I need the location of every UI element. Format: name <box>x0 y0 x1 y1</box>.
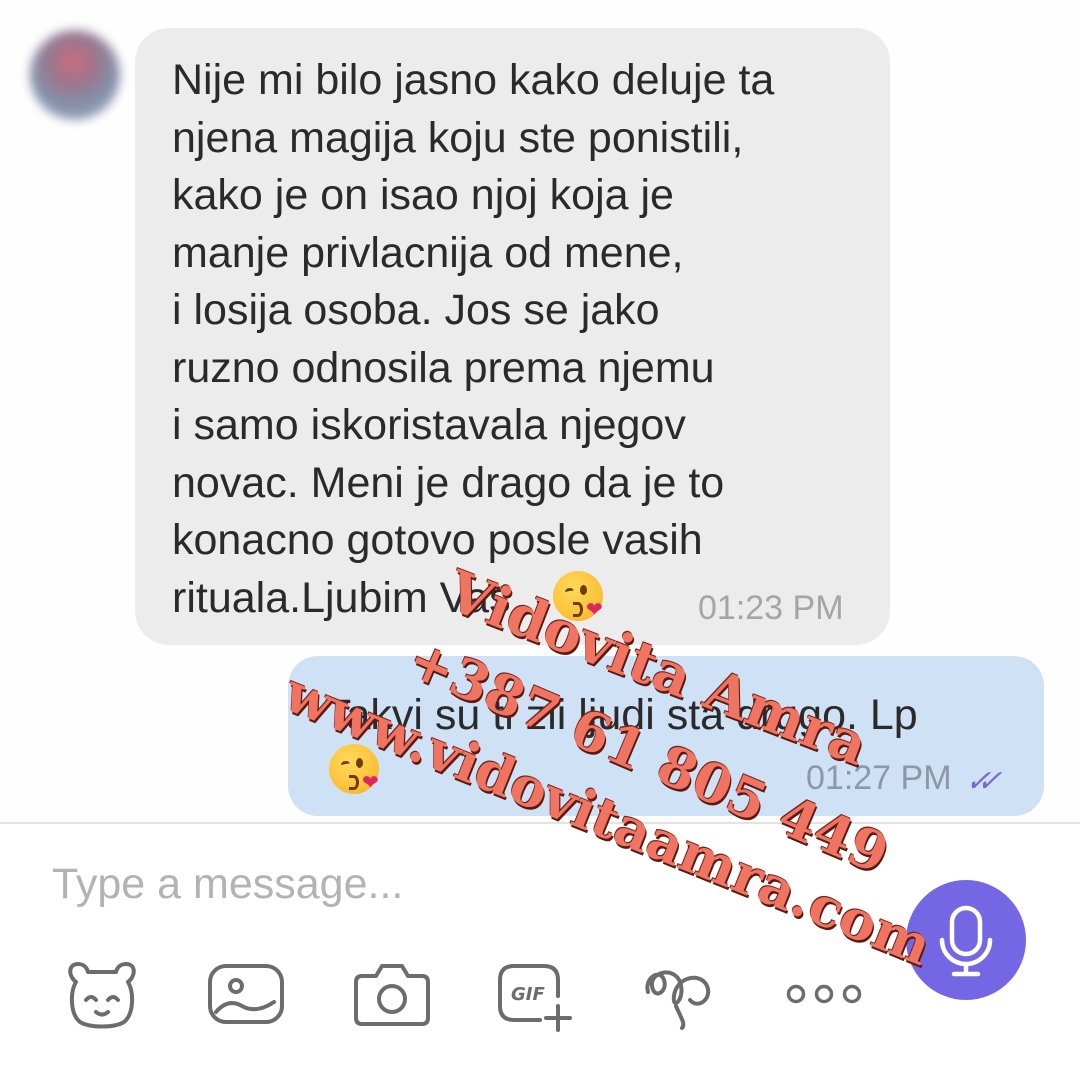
kissing-heart-emoji-icon: ❤ <box>553 571 603 621</box>
composer-divider <box>0 822 1080 824</box>
more-icon <box>786 984 862 1004</box>
gallery-button[interactable] <box>206 956 286 1032</box>
outgoing-message-time: 01:27 PM <box>806 759 952 797</box>
gif-button[interactable]: GIF <box>496 956 576 1032</box>
camera-icon <box>354 964 430 1026</box>
gallery-icon <box>208 964 284 1024</box>
outgoing-message-text: Takvi su ti zli ljudi sta drugo. Lp <box>325 691 918 739</box>
incoming-message-time: 01:23 PM <box>698 589 844 627</box>
contact-avatar[interactable] <box>30 30 120 120</box>
camera-button[interactable] <box>352 956 432 1032</box>
svg-text:GIF: GIF <box>511 984 545 1005</box>
more-options-button[interactable] <box>784 956 864 1032</box>
chat-area: Nije mi bilo jasno kako deluje ta njena … <box>0 0 1080 822</box>
microphone-icon <box>939 905 993 977</box>
doodle-icon <box>645 970 710 1030</box>
sticker-icon <box>68 962 136 1029</box>
doodle-button[interactable] <box>640 956 720 1032</box>
message-input[interactable] <box>52 854 612 914</box>
incoming-message-text: Nije mi bilo jasno kako deluje ta njena … <box>172 56 775 622</box>
gif-icon: GIF <box>498 964 572 1032</box>
record-voice-button[interactable] <box>906 880 1026 1000</box>
kissing-heart-emoji-icon: ❤ <box>329 744 379 794</box>
sticker-button[interactable] <box>62 956 142 1032</box>
